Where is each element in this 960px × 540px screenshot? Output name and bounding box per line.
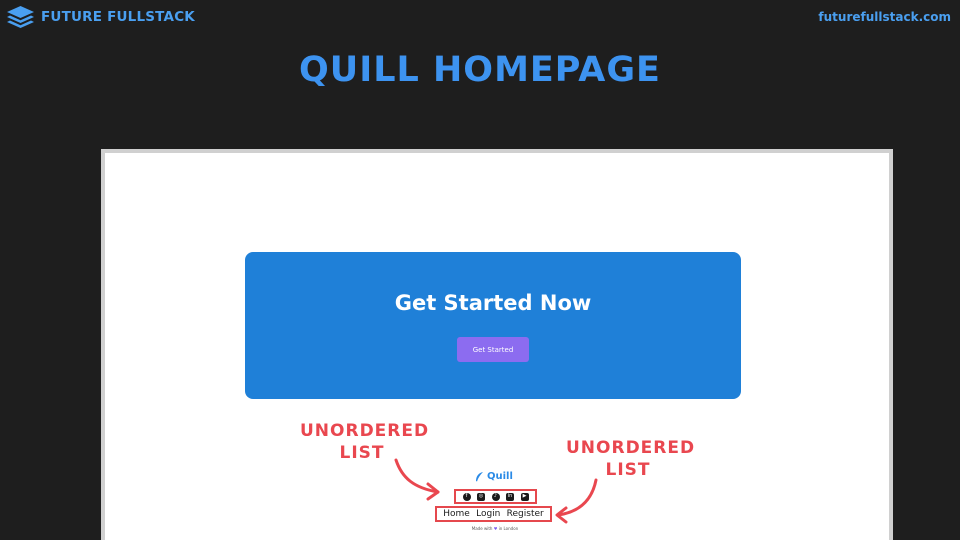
annotation-arrows <box>394 458 598 524</box>
arrow-right-icon <box>555 478 598 524</box>
arrow-left-icon <box>394 458 440 501</box>
